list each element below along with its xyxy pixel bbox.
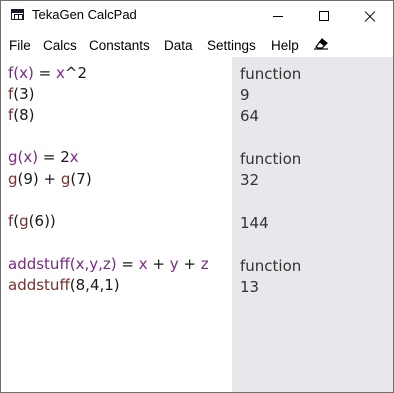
editor-line[interactable]: f(g(6)) bbox=[8, 212, 56, 230]
eraser-icon[interactable] bbox=[313, 36, 329, 50]
results-pane: function 9 64 function 32 144 function 1… bbox=[232, 57, 393, 392]
result-value: function bbox=[240, 150, 302, 168]
result-value: 32 bbox=[240, 171, 260, 189]
editor-line[interactable]: addstuff(8,4,1) bbox=[8, 276, 120, 294]
editor-line[interactable]: addstuff(x,y,z) = x + y + z bbox=[8, 255, 209, 273]
result-value: function bbox=[240, 65, 302, 83]
editor-line[interactable]: g(9) + g(7) bbox=[8, 170, 92, 188]
menu-settings[interactable]: Settings bbox=[207, 38, 256, 53]
title-bar[interactable]: TekaGen CalcPad bbox=[1, 1, 393, 31]
menu-file[interactable]: File bbox=[9, 38, 31, 53]
editor-pane[interactable]: f(x) = x^2 f(3) f(8) g(x) = 2x g(9) + g(… bbox=[1, 57, 232, 392]
menu-data[interactable]: Data bbox=[164, 38, 193, 53]
result-value: 64 bbox=[240, 107, 260, 125]
editor-line[interactable]: f(3) bbox=[8, 85, 35, 103]
minimize-button[interactable] bbox=[255, 1, 301, 31]
editor-line[interactable]: f(x) = x^2 bbox=[8, 64, 87, 82]
result-value: 9 bbox=[240, 86, 250, 104]
result-value: 13 bbox=[240, 278, 260, 296]
minimize-icon bbox=[273, 16, 283, 17]
maximize-button[interactable] bbox=[301, 1, 347, 31]
editor-line[interactable]: f(8) bbox=[8, 106, 35, 124]
result-value: 144 bbox=[240, 214, 269, 232]
result-value: function bbox=[240, 257, 302, 275]
app-icon bbox=[11, 9, 24, 20]
close-button[interactable] bbox=[347, 1, 393, 31]
maximize-icon bbox=[319, 11, 329, 21]
app-window: TekaGen CalcPad File Calcs Constants Dat… bbox=[0, 0, 394, 393]
editor-line[interactable]: g(x) = 2x bbox=[8, 148, 79, 166]
menu-calcs[interactable]: Calcs bbox=[43, 38, 77, 53]
menu-constants[interactable]: Constants bbox=[89, 38, 150, 53]
window-title: TekaGen CalcPad bbox=[32, 7, 137, 22]
menu-help[interactable]: Help bbox=[271, 38, 299, 53]
menu-bar: File Calcs Constants Data Settings Help bbox=[1, 31, 393, 57]
